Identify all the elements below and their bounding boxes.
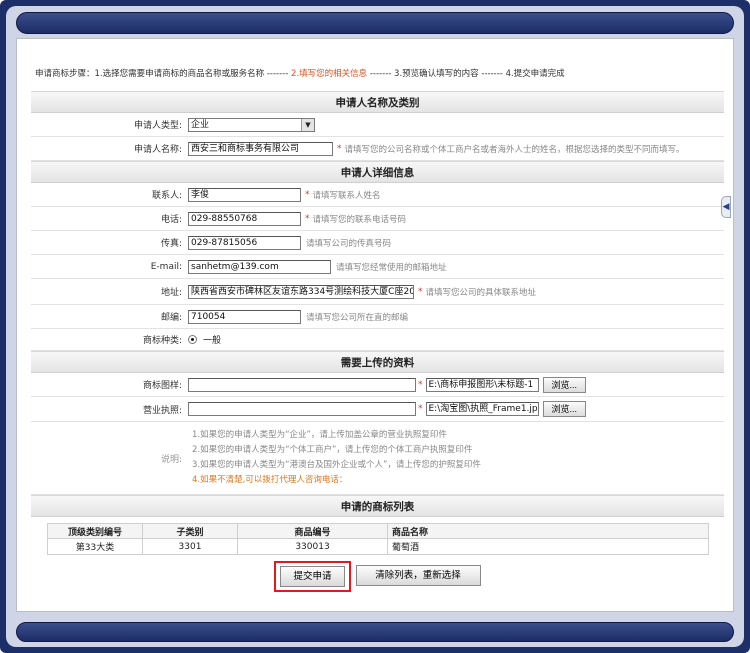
- step-1: 1.选择您需要申请商标的商品名称或服务名称: [94, 69, 265, 79]
- row-license: 营业执照: * E:\淘宝图\执照_Frame1.jp 浏览...: [31, 397, 724, 422]
- bottom-footer-bar: [16, 622, 734, 642]
- applicant-name-input[interactable]: 西安三和商标事务有限公司: [188, 141, 333, 156]
- row-address: 地址: 陕西省西安市碑林区友谊东路334号测绘科技大厦C座20 * 请填写您公司…: [31, 279, 724, 305]
- license-path[interactable]: E:\淘宝图\执照_Frame1.jp: [425, 402, 539, 416]
- required-mark: *: [337, 143, 342, 154]
- trademark-image-path[interactable]: E:\商标申报图形\未标题-1: [425, 377, 539, 392]
- row-contact: 联系人: 李俊 * 请填写联系人姓名: [31, 183, 724, 207]
- submit-button[interactable]: 提交申请: [280, 566, 345, 587]
- applicant-type-select[interactable]: 企业 ▼: [188, 117, 315, 132]
- submit-highlight: 提交申请: [274, 561, 351, 592]
- trademark-list: 顶级类别编号 子类别 商品编号 商品名称 第33大类 3301 330013 葡…: [31, 517, 724, 592]
- address-input[interactable]: 陕西省西安市碑林区友谊东路334号测绘科技大厦C座20: [188, 284, 414, 299]
- trademark-table: 顶级类别编号 子类别 商品编号 商品名称 第33大类 3301 330013 葡…: [47, 523, 709, 555]
- table-header-row: 顶级类别编号 子类别 商品编号 商品名称: [47, 523, 709, 539]
- section-uploads: 需要上传的资料: [31, 351, 724, 373]
- trademark-image-input[interactable]: [188, 377, 416, 392]
- zip-input[interactable]: 710054: [188, 309, 301, 324]
- row-notes: 说明: 1.如果您的申请人类型为“企业”，请上传加盖公章的营业执照复印件 2.如…: [31, 422, 724, 495]
- steps-breadcrumb: 申请商标步骤：1.选择您需要申请商标的商品名称或服务名称 ------- 2.填…: [35, 69, 565, 79]
- side-collapse-tab[interactable]: ◀: [721, 196, 731, 218]
- step-3: 3.预览确认填写的内容: [394, 69, 479, 79]
- chevron-down-icon[interactable]: ▼: [301, 118, 314, 131]
- row-phone: 电话: 029-88550768 * 请填写您的联系电话号码: [31, 207, 724, 231]
- section-details: 申请人详细信息: [31, 161, 724, 183]
- trademark-kind-radio[interactable]: [188, 335, 197, 344]
- row-email: E-mail: sanhetm@139.com 请填写您经常使用的邮箱地址: [31, 255, 724, 279]
- license-input[interactable]: [188, 402, 416, 416]
- row-applicant-name: 申请人名称: 西安三和商标事务有限公司 * 请填写您的公司名称或个体工商户名或者…: [31, 137, 724, 161]
- table-row: 第33大类 3301 330013 葡萄酒: [47, 538, 709, 555]
- row-fax: 传真: 029-87815056 请填写公司的传真号码: [31, 231, 724, 255]
- email-input[interactable]: sanhetm@139.com: [188, 259, 331, 274]
- upload-notes: 1.如果您的申请人类型为“企业”，请上传加盖公章的营业执照复印件 2.如果您的申…: [192, 430, 481, 485]
- browse-button-trademark[interactable]: 浏览...: [542, 376, 587, 393]
- top-header-bar: [16, 12, 734, 34]
- application-form: 申请人名称及类别 申请人类型: 企业 ▼ 申请人名称: 西安三和商标事务有限公司…: [31, 91, 724, 592]
- form-actions: 提交申请 清除列表，重新选择: [31, 561, 724, 592]
- phone-input[interactable]: 029-88550768: [188, 211, 301, 226]
- row-applicant-type: 申请人类型: 企业 ▼: [31, 113, 724, 137]
- clear-list-button[interactable]: 清除列表，重新选择: [355, 565, 481, 586]
- browse-button-license[interactable]: 浏览...: [542, 401, 587, 417]
- fax-input[interactable]: 029-87815056: [188, 235, 301, 250]
- row-zip: 邮编: 710054 请填写您公司所在直的邮编: [31, 305, 724, 329]
- contact-input[interactable]: 李俊: [188, 187, 301, 202]
- step-2-active: 2.填写您的相关信息: [291, 69, 368, 79]
- section-list: 申请的商标列表: [31, 495, 724, 517]
- step-4: 4.提交申请完成: [505, 69, 565, 79]
- row-trademark-kind: 商标种类: 一般: [31, 329, 724, 351]
- section-applicant: 申请人名称及类别: [31, 91, 724, 113]
- row-trademark-image: 商标图样: * E:\商标申报图形\未标题-1 浏览...: [31, 373, 724, 397]
- window-frame: 申请商标步骤：1.选择您需要申请商标的商品名称或服务名称 ------- 2.填…: [0, 0, 750, 653]
- form-panel: 申请商标步骤：1.选择您需要申请商标的商品名称或服务名称 ------- 2.填…: [16, 38, 734, 612]
